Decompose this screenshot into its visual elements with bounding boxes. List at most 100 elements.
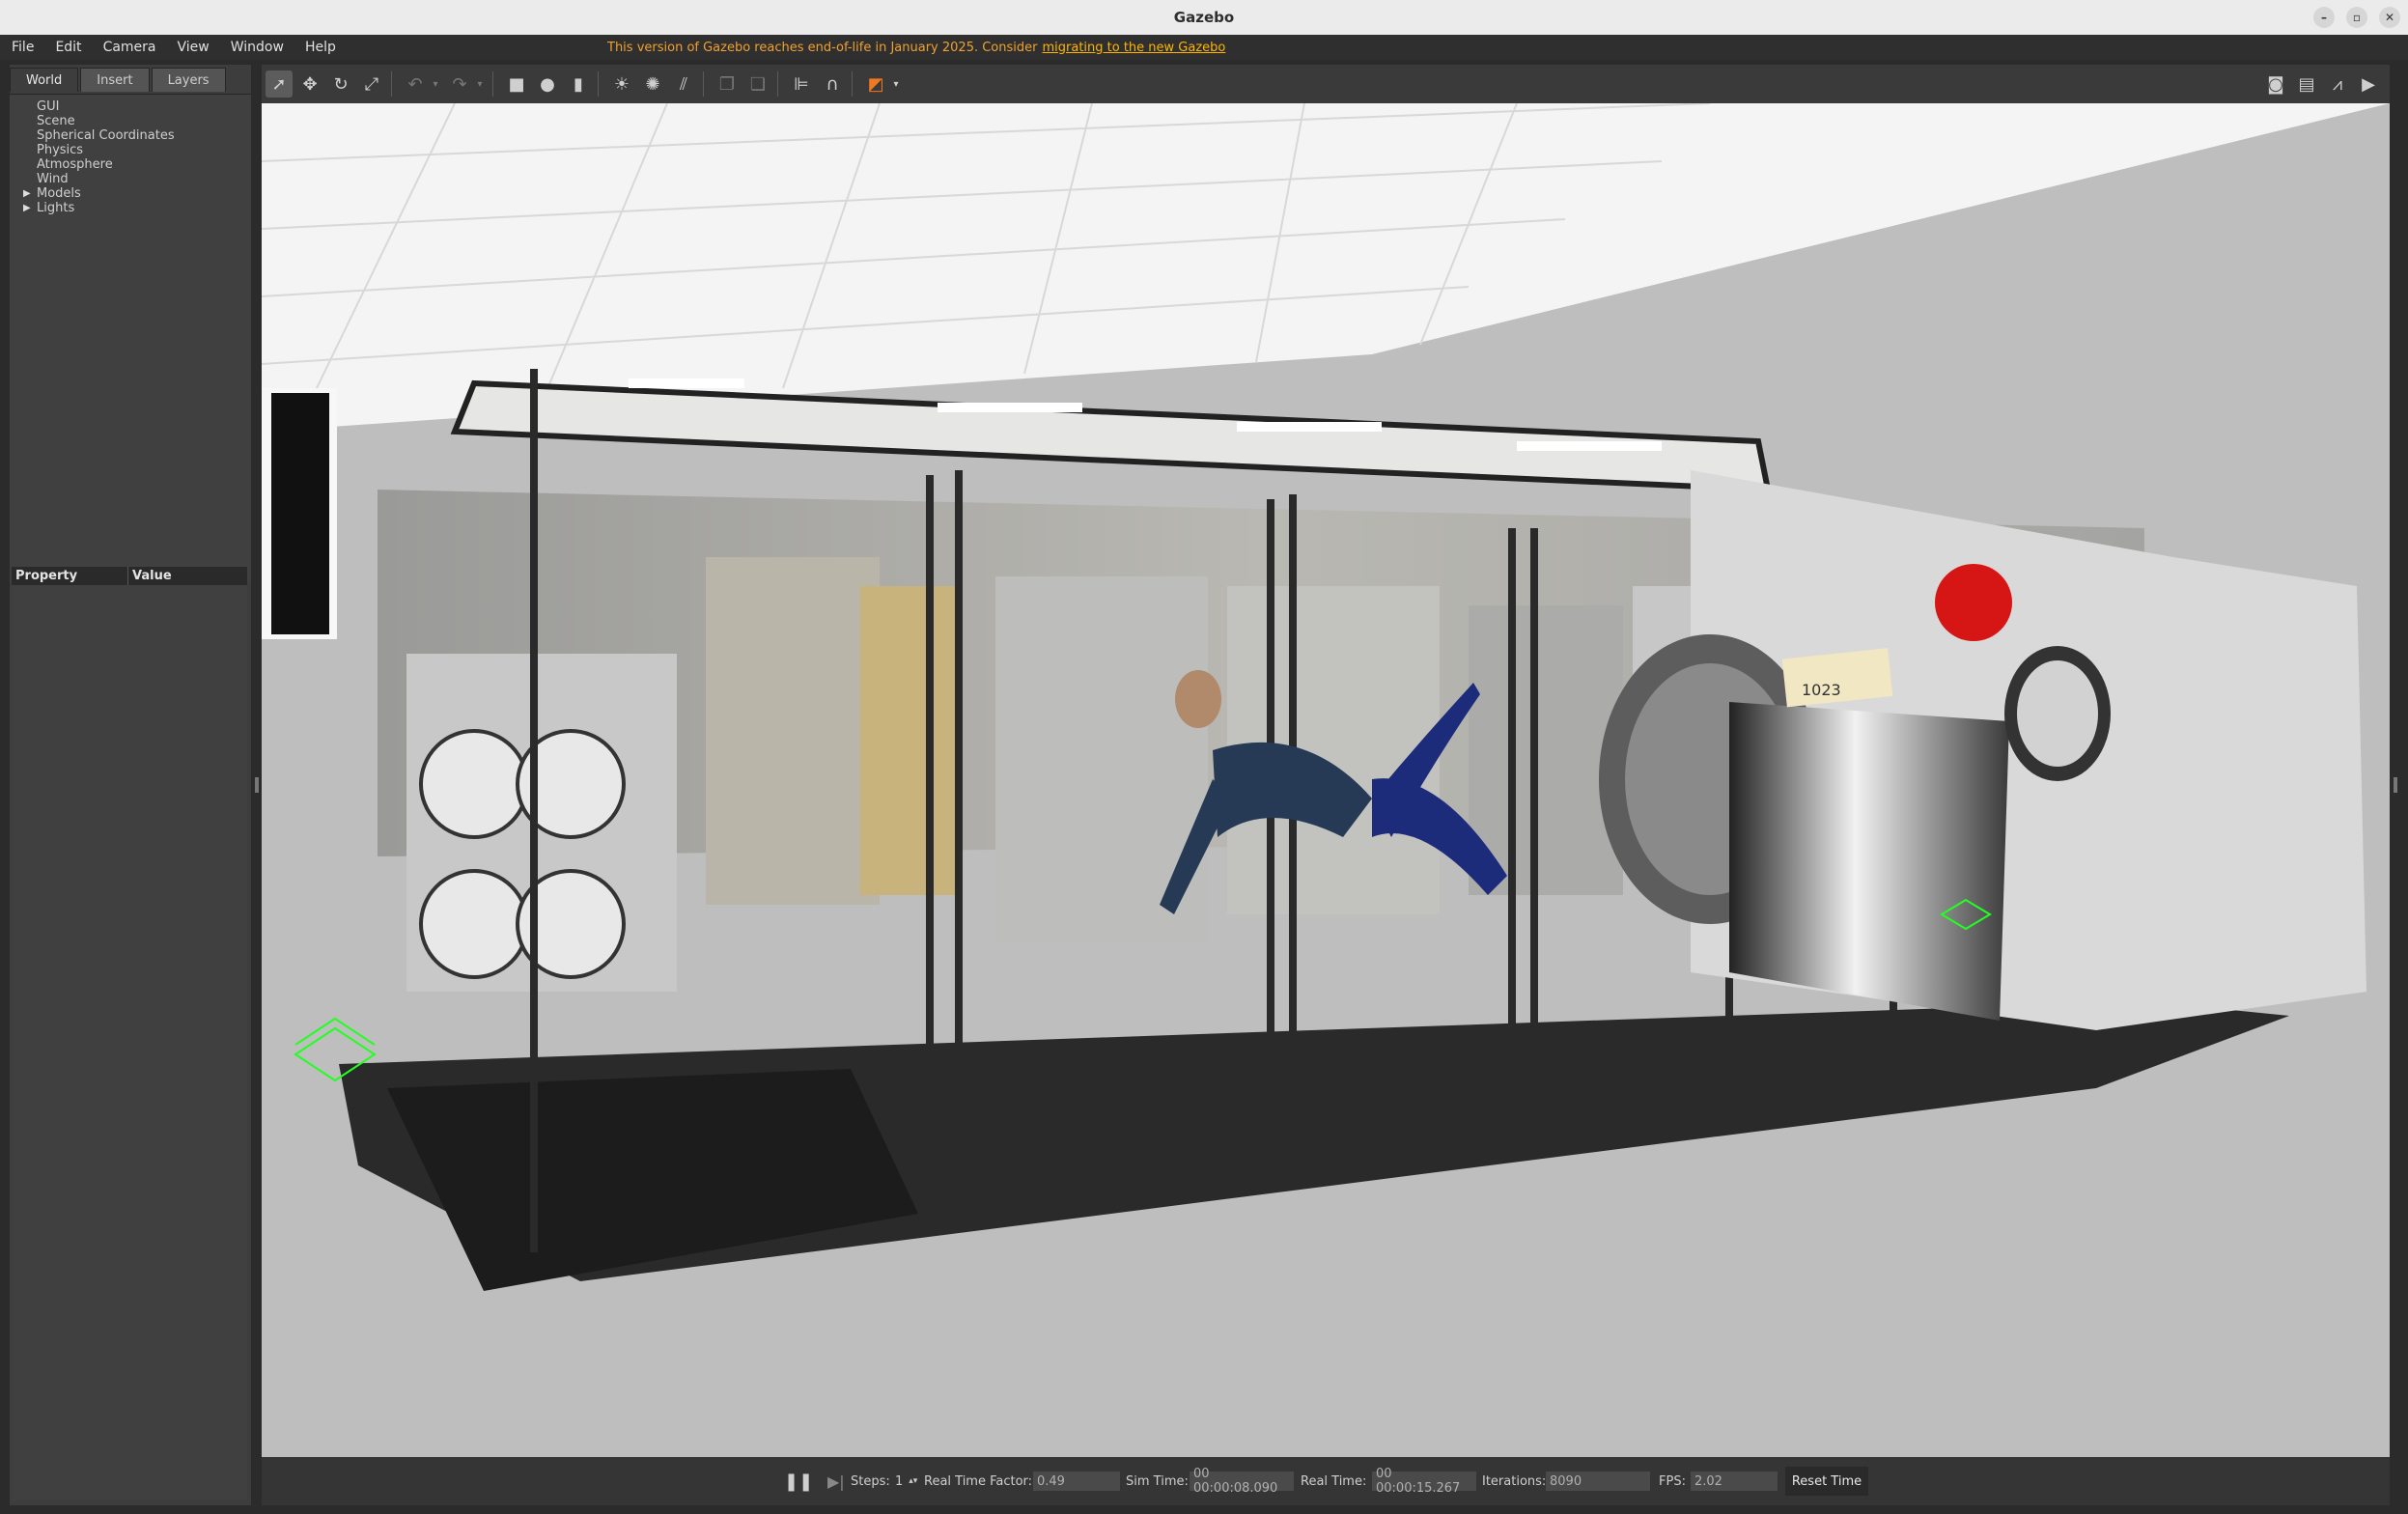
close-icon[interactable]: ✕ — [2379, 7, 2400, 28]
steps-label: Steps: — [851, 1473, 890, 1489]
view-angle-dropdown-icon[interactable]: ▾ — [889, 70, 903, 98]
left-black-panel — [271, 393, 329, 634]
tree-item-label: Atmosphere — [37, 157, 113, 172]
tree-item-atmosphere[interactable]: Atmosphere — [10, 157, 251, 172]
property-column-header[interactable]: Property — [12, 567, 128, 585]
ceiling-grid — [262, 103, 2390, 432]
scene-render: 1023 — [262, 103, 2390, 1291]
tree-item-label: Lights — [37, 201, 75, 215]
undo-history-icon[interactable]: ▾ — [429, 70, 442, 98]
sim-time-label: Sim Time: — [1126, 1473, 1189, 1489]
step-icon[interactable]: ▶| — [827, 1472, 845, 1491]
reset-time-button[interactable]: Reset Time — [1785, 1467, 1868, 1496]
fps-label: FPS: — [1659, 1473, 1686, 1489]
toolbar-separator — [703, 71, 704, 97]
screenshot-icon[interactable]: ◙ — [2262, 70, 2289, 98]
redo-history-icon[interactable]: ▾ — [473, 70, 487, 98]
tree-item-physics[interactable]: Physics — [10, 143, 251, 157]
left-panel: World Insert Layers GUI Scene Spherical … — [10, 65, 251, 1505]
tree-item-label: Scene — [37, 114, 75, 128]
paste-icon[interactable]: ❏ — [744, 70, 771, 98]
window-title: Gazebo — [1173, 9, 1235, 26]
real-time-field: 00 00:00:15.267 — [1372, 1467, 1476, 1496]
red-marker — [1935, 564, 2012, 641]
menu-view[interactable]: View — [167, 40, 220, 55]
expand-arrow-icon[interactable]: ▶ — [23, 186, 31, 201]
expand-arrow-icon[interactable]: ▶ — [23, 201, 31, 215]
spin-arrow-icon[interactable]: ▴▾ — [909, 1476, 917, 1486]
hatch-tunnel — [1729, 702, 2009, 1021]
migrate-link[interactable]: migrating to the new Gazebo — [1042, 41, 1225, 55]
scale-icon[interactable]: ⤢ — [358, 70, 385, 98]
tree-item-label: GUI — [37, 99, 60, 114]
tab-insert[interactable]: Insert — [80, 68, 150, 92]
maximize-icon[interactable]: ▫ — [2346, 7, 2367, 28]
steps-spinbox[interactable]: 1 ▴▾ — [895, 1472, 917, 1491]
steps-value: 1 — [895, 1473, 904, 1489]
tree-item-label: Wind — [37, 172, 69, 186]
simulation-status-bar: ❚❚ ▶| Steps: 1 ▴▾ Real Time Factor: 0.49… — [262, 1457, 2390, 1505]
menu-window[interactable]: Window — [220, 40, 294, 55]
redo-icon[interactable]: ↷ — [446, 70, 473, 98]
rotate-icon[interactable]: ↻ — [327, 70, 354, 98]
spot-light-icon[interactable]: ✺ — [639, 70, 666, 98]
menu-camera[interactable]: Camera — [93, 40, 167, 55]
left-panel-splitter[interactable] — [255, 777, 259, 793]
directional-light-icon[interactable]: ⫽ — [670, 70, 697, 98]
toolbar-separator — [391, 71, 392, 97]
snap-icon[interactable]: ∩ — [819, 70, 846, 98]
minimize-icon[interactable]: – — [2313, 7, 2335, 28]
properties-header: Property Value — [12, 567, 247, 585]
menu-edit[interactable]: Edit — [44, 40, 92, 55]
toolbar-separator — [852, 71, 853, 97]
box-icon[interactable]: ■ — [503, 70, 530, 98]
experiment-rack — [706, 557, 880, 905]
properties-area — [12, 585, 247, 1500]
plot-icon[interactable]: ⩘ — [2324, 70, 2351, 98]
3d-viewport[interactable]: 1023 — [262, 103, 2390, 1457]
hatch-placard-label: 1023 — [1802, 681, 1841, 699]
ceiling-lights — [450, 378, 1772, 493]
value-column-header[interactable]: Value — [128, 567, 172, 585]
sphere-icon[interactable]: ● — [534, 70, 561, 98]
window-controls: – ▫ ✕ — [2313, 7, 2400, 28]
rtf-label: Real Time Factor: — [924, 1473, 1033, 1489]
menu-help[interactable]: Help — [294, 40, 347, 55]
pause-icon[interactable]: ❚❚ — [784, 1472, 813, 1492]
eol-banner: This version of Gazebo reaches end-of-li… — [607, 35, 1225, 60]
tab-layers[interactable]: Layers — [151, 68, 226, 92]
select-arrow-icon[interactable]: ➚ — [266, 70, 293, 98]
view-angle-icon[interactable]: ◩ — [862, 70, 889, 98]
toolbar-separator — [492, 71, 493, 97]
right-panel-splitter[interactable] — [2394, 777, 2397, 793]
rtf-field: 0.49 — [1033, 1472, 1120, 1491]
toolbar-separator — [598, 71, 599, 97]
tree-item-models[interactable]: ▶ Models — [10, 186, 251, 201]
iterations-label: Iterations: — [1482, 1473, 1547, 1489]
point-light-icon[interactable]: ☀ — [608, 70, 635, 98]
tab-world[interactable]: World — [10, 68, 79, 92]
tree-item-label: Spherical Coordinates — [37, 128, 175, 143]
toolbar-separator — [777, 71, 778, 97]
tree-item-wind[interactable]: Wind — [10, 172, 251, 186]
window-titlebar: Gazebo – ▫ ✕ — [0, 0, 2408, 35]
align-icon[interactable]: ⊫ — [788, 70, 815, 98]
log-icon[interactable]: ▤ — [2293, 70, 2320, 98]
tree-item-gui[interactable]: GUI — [10, 99, 251, 114]
iterations-field: 8090 — [1546, 1472, 1650, 1491]
tree-item-lights[interactable]: ▶ Lights — [10, 201, 251, 215]
toolbar-right: ◙ ▤ ⩘ ▶ — [2258, 70, 2382, 98]
fps-field: 2.02 — [1691, 1472, 1778, 1491]
menu-file[interactable]: File — [0, 40, 44, 55]
world-tree: GUI Scene Spherical Coordinates Physics … — [10, 94, 251, 582]
cylinder-icon[interactable]: ▮ — [565, 70, 592, 98]
eol-banner-text: This version of Gazebo reaches end-of-li… — [607, 40, 1038, 55]
toolbar: ➚ ✥ ↻ ⤢ ↶ ▾ ↷ ▾ ■ ● ▮ ☀ ✺ ⫽ ❐ ❏ ⊫ ∩ ◩ ▾ … — [262, 65, 2390, 103]
translate-icon[interactable]: ✥ — [296, 70, 323, 98]
tree-item-spherical-coordinates[interactable]: Spherical Coordinates — [10, 128, 251, 143]
undo-icon[interactable]: ↶ — [402, 70, 429, 98]
copy-icon[interactable]: ❐ — [714, 70, 741, 98]
real-time-label: Real Time: — [1301, 1473, 1367, 1489]
record-video-icon[interactable]: ▶ — [2355, 70, 2382, 98]
tree-item-scene[interactable]: Scene — [10, 114, 251, 128]
